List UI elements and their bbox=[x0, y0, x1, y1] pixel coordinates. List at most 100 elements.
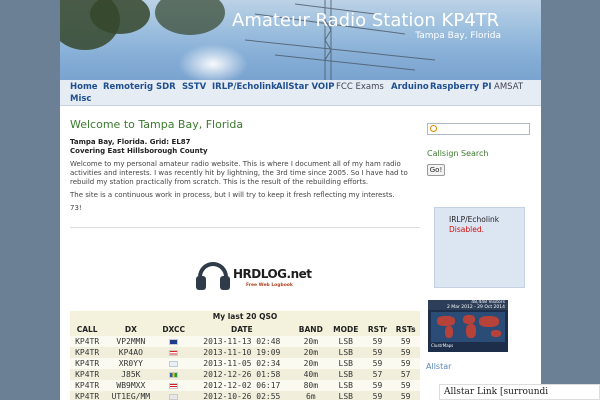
col-rsts: RSTs bbox=[391, 323, 420, 336]
cell-band: 20m bbox=[293, 347, 328, 358]
qso-header-row: CALL DX DXCC DATE BAND MODE RSTr RSTs bbox=[70, 323, 420, 336]
cell-band: 20m bbox=[293, 358, 328, 369]
main-content: Welcome to Tampa Bay, Florida Tampa Bay,… bbox=[70, 118, 420, 213]
headset-ear-icon bbox=[196, 276, 206, 290]
map-land bbox=[491, 330, 501, 337]
intro-paragraph: Welcome to my personal amateur radio web… bbox=[70, 160, 408, 186]
cell-rsts: 59 bbox=[391, 336, 420, 347]
nav-item-amsat[interactable]: AMSAT bbox=[494, 82, 523, 92]
table-row: KP4TR KP4AO 2013-11-10 19:09 20m LSB 59 … bbox=[70, 347, 420, 358]
cell-mode: LSB bbox=[327, 369, 364, 380]
page-container: Amateur Radio Station KP4TR Tampa Bay, F… bbox=[60, 0, 541, 400]
nav-item-fcc-exams[interactable]: FCC Exams bbox=[336, 82, 384, 92]
cell-rsts: 59 bbox=[391, 380, 420, 391]
cell-band: 6m bbox=[293, 391, 328, 400]
cell-dxcc bbox=[157, 347, 190, 358]
cell-rstr: 59 bbox=[363, 358, 392, 369]
status-badge: Disabled. bbox=[449, 225, 484, 234]
easter-island-flag-icon bbox=[169, 360, 179, 367]
search-input[interactable] bbox=[427, 123, 530, 135]
nav-item-arduino[interactable]: Arduino bbox=[391, 82, 429, 92]
cell-mode: LSB bbox=[327, 380, 364, 391]
search-icon bbox=[430, 125, 437, 132]
go-button[interactable]: Go! bbox=[427, 164, 445, 176]
hrdlog-tagline: Free Web Logbook bbox=[246, 283, 293, 288]
hrdlog-logo[interactable]: HRDLOG.net Free Web Logbook bbox=[196, 262, 312, 298]
cell-rsts: 57 bbox=[391, 369, 420, 380]
cell-rsts: 59 bbox=[391, 391, 420, 400]
nav-item-raspberry-pi[interactable]: Raspberry PI bbox=[430, 82, 492, 92]
cell-call: KP4TR bbox=[70, 347, 105, 358]
puerto-rico-flag-icon bbox=[169, 349, 179, 356]
content-divider bbox=[70, 227, 420, 228]
page-title: Welcome to Tampa Bay, Florida bbox=[70, 118, 244, 131]
qso-table: My last 20 QSO CALL DX DXCC DATE BAND MO… bbox=[70, 311, 420, 400]
cell-mode: LSB bbox=[327, 358, 364, 369]
qso-table-caption: My last 20 QSO bbox=[70, 311, 420, 323]
cell-band: 80m bbox=[293, 380, 328, 391]
cell-date: 2012-12-02 06:17 bbox=[189, 380, 294, 391]
col-call: CALL bbox=[70, 323, 105, 336]
allstar-section-label: Allstar bbox=[426, 362, 452, 371]
cell-mode: LSB bbox=[327, 347, 364, 358]
table-row: KP4TR UT1EG/MM 2012-10-26 02:55 6m LSB 5… bbox=[70, 391, 420, 400]
header-tree-photo bbox=[90, 0, 150, 34]
nav-item-sdr[interactable]: SDR bbox=[156, 82, 176, 92]
cell-mode: LSB bbox=[327, 336, 364, 347]
world-map-icon bbox=[431, 312, 505, 342]
cell-rstr: 57 bbox=[363, 369, 392, 380]
cell-dxcc bbox=[157, 391, 190, 400]
cell-dx[interactable]: VP2MMN bbox=[104, 336, 158, 347]
cell-date: 2012-10-26 02:55 bbox=[189, 391, 294, 400]
cell-call: KP4TR bbox=[70, 380, 105, 391]
irlp-status-widget: IRLP/Echolink Disabled. bbox=[434, 207, 525, 288]
irlp-title: IRLP/Echolink bbox=[449, 215, 500, 224]
cell-band: 40m bbox=[293, 369, 328, 380]
nav-item-allstar-voip[interactable]: AllStar VOIP bbox=[276, 82, 335, 92]
table-row: KP4TR J85K 2012-12-26 01:58 40m LSB 57 5… bbox=[70, 369, 420, 380]
cell-date: 2013-11-05 02:34 bbox=[189, 358, 294, 369]
cell-dx[interactable]: UT1EG/MM bbox=[104, 391, 158, 400]
nav-item-remoterig[interactable]: Remoterig bbox=[103, 82, 153, 92]
site-header: Amateur Radio Station KP4TR Tampa Bay, F… bbox=[60, 0, 541, 80]
callsign-search-label: Callsign Search bbox=[427, 149, 489, 158]
col-rstr: RSTr bbox=[363, 323, 392, 336]
cell-rsts: 59 bbox=[391, 347, 420, 358]
allstar-link-widget[interactable]: Allstar Link [surroundi bbox=[439, 384, 600, 400]
cell-call: KP4TR bbox=[70, 358, 105, 369]
table-row: KP4TR WB9MXX 2012-12-02 06:17 80m LSB 59… bbox=[70, 380, 420, 391]
nav-item-home[interactable]: Home bbox=[70, 82, 98, 92]
cell-dx[interactable]: WB9MXX bbox=[104, 380, 158, 391]
cell-call: KP4TR bbox=[70, 391, 105, 400]
cell-mode: LSB bbox=[327, 391, 364, 400]
col-dx: DX bbox=[104, 323, 158, 336]
nav-item-irlp-echolink[interactable]: IRLP/Echolink bbox=[212, 82, 277, 92]
cell-dx[interactable]: J85K bbox=[104, 369, 158, 380]
site-subtitle: Tampa Bay, Florida bbox=[415, 31, 501, 41]
cell-date: 2013-11-10 19:09 bbox=[189, 347, 294, 358]
usa-flag-icon bbox=[169, 382, 179, 389]
clustr-brand: ClustrMaps bbox=[431, 343, 454, 348]
location-info: Tampa Bay, Florida. Grid: EL87 Covering … bbox=[70, 138, 420, 156]
nav-item-misc[interactable]: Misc bbox=[70, 94, 91, 104]
cell-band: 20m bbox=[293, 336, 328, 347]
cell-dx[interactable]: XR0YY bbox=[104, 358, 158, 369]
map-land bbox=[479, 316, 499, 327]
nav-item-sstv[interactable]: SSTV bbox=[182, 82, 206, 92]
st-vincent-flag-icon bbox=[169, 371, 179, 378]
site-title[interactable]: Amateur Radio Station KP4TR bbox=[232, 10, 499, 31]
header-tree-photo bbox=[155, 0, 225, 35]
table-row: KP4TR VP2MMN 2013-11-13 02:48 20m LSB 59… bbox=[70, 336, 420, 347]
cell-rstr: 59 bbox=[363, 391, 392, 400]
clustr-dates: 2 Mar 2012 - 29 Oct 2014 bbox=[447, 304, 505, 310]
signoff-text: 73! bbox=[70, 204, 82, 212]
cell-dxcc bbox=[157, 358, 190, 369]
cell-rstr: 59 bbox=[363, 347, 392, 358]
cell-dx[interactable]: KP4AO bbox=[104, 347, 158, 358]
cell-call: KP4TR bbox=[70, 336, 105, 347]
cell-date: 2013-11-13 02:48 bbox=[189, 336, 294, 347]
table-row: KP4TR XR0YY 2013-11-05 02:34 20m LSB 59 … bbox=[70, 358, 420, 369]
col-mode: MODE bbox=[327, 323, 364, 336]
clustrmaps-widget[interactable]: 48,448 Visitors 2 Mar 2012 - 29 Oct 2014… bbox=[428, 300, 508, 352]
cell-dxcc bbox=[157, 369, 190, 380]
